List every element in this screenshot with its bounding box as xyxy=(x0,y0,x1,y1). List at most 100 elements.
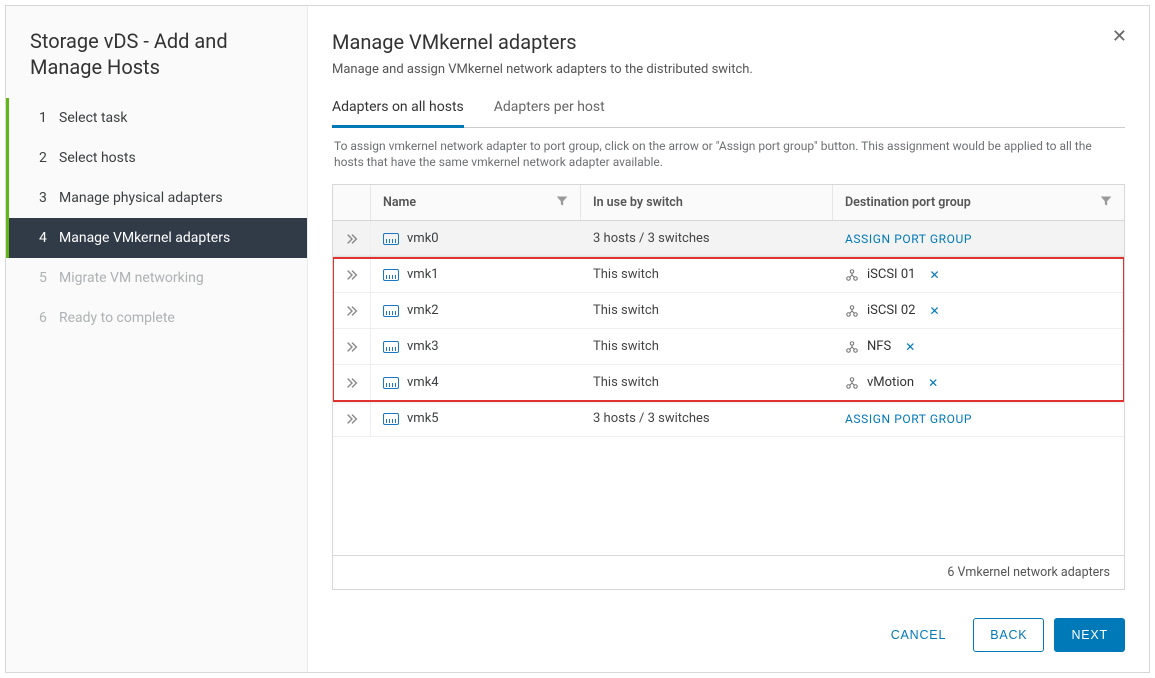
chevron-double-right-icon xyxy=(345,232,359,246)
assign-port-group-button[interactable]: ASSIGN PORT GROUP xyxy=(845,412,972,426)
destination-cell: vMotion ✕ xyxy=(833,365,1124,400)
vmkernel-nic-icon xyxy=(383,377,399,389)
table-header: Name In use by switch Destination port g… xyxy=(333,185,1124,221)
adapter-name: vmk5 xyxy=(407,411,439,426)
table-body: vmk0 3 hosts / 3 switches ASSIGN PORT GROU… xyxy=(333,221,1124,555)
step-label: Manage VMkernel adapters xyxy=(59,230,230,246)
expand-button[interactable] xyxy=(333,401,371,436)
page-subtitle: Manage and assign VMkernel network adapt… xyxy=(332,62,1125,77)
table-row: vmk0 3 hosts / 3 switches ASSIGN PORT GROU… xyxy=(333,221,1124,257)
table-row: vmk3 This switch NFS ✕ xyxy=(333,329,1124,365)
port-group-name: iSCSI 02 xyxy=(867,303,915,318)
port-group-icon xyxy=(845,268,859,282)
port-group-name: NFS xyxy=(867,339,891,354)
col-dest-label: Destination port group xyxy=(845,195,971,210)
vmkernel-nic-icon xyxy=(383,305,399,317)
expand-button[interactable] xyxy=(333,293,371,328)
back-button[interactable]: BACK xyxy=(973,618,1044,652)
adapter-name-cell: vmk5 xyxy=(371,401,581,436)
tab-bar: Adapters on all hosts Adapters per host xyxy=(332,91,1125,128)
assign-port-group-button[interactable]: ASSIGN PORT GROUP xyxy=(845,232,972,246)
adapter-name: vmk2 xyxy=(407,303,439,318)
col-name-label: Name xyxy=(383,195,416,210)
expand-button[interactable] xyxy=(333,221,371,256)
chevron-double-right-icon xyxy=(345,304,359,318)
table-row: vmk5 3 hosts / 3 switches ASSIGN PORT GROU… xyxy=(333,401,1124,437)
port-group-icon xyxy=(845,304,859,318)
adapter-name: vmk0 xyxy=(407,231,439,246)
adapter-name-cell: vmk2 xyxy=(371,293,581,328)
port-group-icon xyxy=(845,340,859,354)
destination-cell: iSCSI 01 ✕ xyxy=(833,257,1124,292)
expand-button[interactable] xyxy=(333,257,371,292)
col-expander xyxy=(333,185,371,220)
remove-assignment-button[interactable]: ✕ xyxy=(905,340,915,354)
adapter-name: vmk4 xyxy=(407,375,439,390)
port-group-icon xyxy=(845,376,859,390)
expand-button[interactable] xyxy=(333,329,371,364)
col-dest[interactable]: Destination port group xyxy=(833,185,1124,220)
step-label: Migrate VM networking xyxy=(59,270,204,286)
remove-assignment-button[interactable]: ✕ xyxy=(929,268,939,282)
port-group-name: vMotion xyxy=(867,375,914,390)
remove-assignment-button[interactable]: ✕ xyxy=(928,376,938,390)
filter-icon[interactable] xyxy=(1100,195,1112,210)
chevron-double-right-icon xyxy=(345,412,359,426)
wizard-footer: CANCEL BACK NEXT xyxy=(332,590,1125,652)
step-2[interactable]: 2Select hosts xyxy=(6,138,307,178)
next-button[interactable]: NEXT xyxy=(1054,618,1125,652)
adapter-name: vmk3 xyxy=(407,339,439,354)
port-group-name: iSCSI 01 xyxy=(867,267,915,282)
adapter-name-cell: vmk3 xyxy=(371,329,581,364)
adapter-name-cell: vmk1 xyxy=(371,257,581,292)
col-in-use[interactable]: In use by switch xyxy=(581,185,833,220)
col-name[interactable]: Name xyxy=(371,185,581,220)
tab-0[interactable]: Adapters on all hosts xyxy=(332,91,464,128)
destination-cell: ASSIGN PORT GROUP xyxy=(833,221,1124,256)
wizard-title: Storage vDS - Add and Manage Hosts xyxy=(6,28,307,98)
step-5: 5Migrate VM networking xyxy=(6,258,307,298)
in-use-cell: 3 hosts / 3 switches xyxy=(581,401,833,436)
adapter-name-cell: vmk4 xyxy=(371,365,581,400)
chevron-double-right-icon xyxy=(345,268,359,282)
vmkernel-nic-icon xyxy=(383,341,399,353)
cancel-button[interactable]: CANCEL xyxy=(874,618,964,652)
in-use-cell: 3 hosts / 3 switches xyxy=(581,221,833,256)
destination-cell: iSCSI 02 ✕ xyxy=(833,293,1124,328)
col-in-use-label: In use by switch xyxy=(593,195,683,210)
wizard-main: ✕ Manage VMkernel adapters Manage and as… xyxy=(308,6,1149,672)
destination-cell: ASSIGN PORT GROUP xyxy=(833,401,1124,436)
step-6: 6Ready to complete xyxy=(6,298,307,338)
vmkernel-nic-icon xyxy=(383,413,399,425)
expand-button[interactable] xyxy=(333,365,371,400)
adapter-name-cell: vmk0 xyxy=(371,221,581,256)
in-use-cell: This switch xyxy=(581,257,833,292)
page-title: Manage VMkernel adapters xyxy=(332,30,1125,54)
table-row: vmk4This switchvMotion✕ xyxy=(333,365,1124,401)
step-4[interactable]: 4Manage VMkernel adapters xyxy=(6,218,307,258)
tab-1[interactable]: Adapters per host xyxy=(494,91,605,128)
vmkernel-nic-icon xyxy=(383,269,399,281)
wizard-steps: 1Select task2Select hosts3Manage physica… xyxy=(6,98,307,338)
chevron-double-right-icon xyxy=(345,340,359,354)
wizard-dialog: Storage vDS - Add and Manage Hosts 1Sele… xyxy=(5,5,1150,673)
chevron-double-right-icon xyxy=(345,376,359,390)
step-label: Manage physical adapters xyxy=(59,190,223,206)
filter-icon[interactable] xyxy=(556,195,568,210)
destination-cell: NFS ✕ xyxy=(833,329,1124,364)
step-3[interactable]: 3Manage physical adapters xyxy=(6,178,307,218)
table-row: vmk2 This switch iSCSI 02 ✕ xyxy=(333,293,1124,329)
step-label: Select hosts xyxy=(59,150,136,166)
step-1[interactable]: 1Select task xyxy=(6,98,307,138)
table-footer: 6 Vmkernel network adapters xyxy=(333,555,1124,589)
in-use-cell: This switch xyxy=(581,329,833,364)
step-label: Ready to complete xyxy=(59,310,175,326)
in-use-cell: This switch xyxy=(581,293,833,328)
help-text: To assign vmkernel network adapter to po… xyxy=(332,128,1125,184)
adapter-table: Name In use by switch Destination port g… xyxy=(332,184,1125,590)
close-icon[interactable]: ✕ xyxy=(1112,28,1127,46)
table-row: vmk1This switch iSCSI 01 ✕ xyxy=(333,257,1124,293)
remove-assignment-button[interactable]: ✕ xyxy=(929,304,939,318)
wizard-sidebar: Storage vDS - Add and Manage Hosts 1Sele… xyxy=(6,6,308,672)
step-label: Select task xyxy=(59,110,127,126)
